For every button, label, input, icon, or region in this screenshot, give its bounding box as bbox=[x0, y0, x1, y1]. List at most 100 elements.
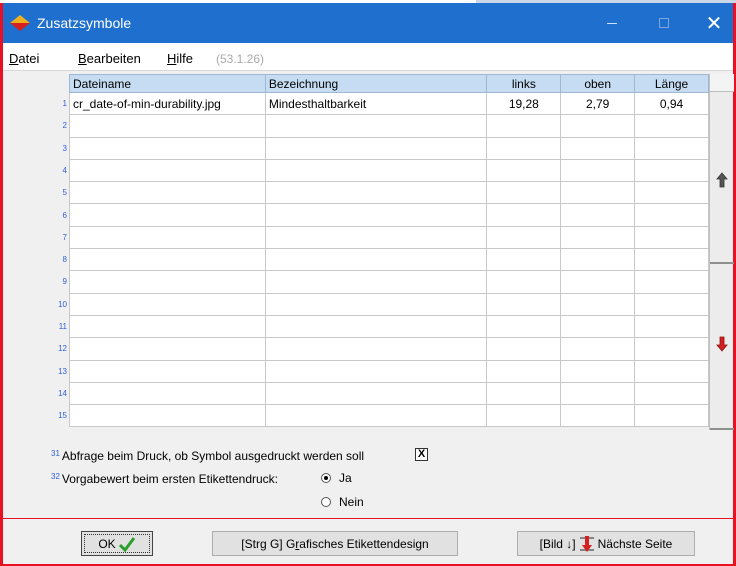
table-cell[interactable]: 0,94 bbox=[634, 91, 709, 116]
arrow-down-icon[interactable] bbox=[716, 336, 728, 352]
table-cell[interactable] bbox=[560, 314, 636, 339]
table-cell[interactable] bbox=[560, 136, 636, 160]
table-cell[interactable] bbox=[264, 114, 488, 138]
close-button[interactable]: ✕ bbox=[691, 3, 736, 43]
table-row[interactable] bbox=[69, 359, 709, 383]
menu-datei[interactable]: Datei bbox=[9, 51, 39, 66]
table-cell[interactable] bbox=[69, 292, 266, 316]
table-row[interactable] bbox=[69, 158, 709, 183]
table-cell[interactable] bbox=[486, 381, 562, 406]
table-cell[interactable]: Mindesthaltbarkeit bbox=[264, 91, 488, 116]
table-cell[interactable] bbox=[634, 181, 709, 205]
radio-ja[interactable]: Ja bbox=[321, 471, 352, 485]
table-cell[interactable] bbox=[264, 158, 488, 183]
menu-bearbeiten[interactable]: Bearbeiten bbox=[78, 51, 141, 66]
table-cell[interactable] bbox=[560, 337, 636, 361]
col-header-links[interactable]: links bbox=[486, 74, 562, 93]
table-cell[interactable] bbox=[264, 314, 488, 339]
table-cell[interactable] bbox=[69, 381, 266, 406]
table-cell[interactable] bbox=[264, 136, 488, 160]
table-cell[interactable]: cr_date-of-min-durability.jpg bbox=[69, 91, 266, 116]
table-cell[interactable] bbox=[634, 158, 709, 183]
radio-nein[interactable]: Nein bbox=[321, 495, 364, 509]
table-cell[interactable] bbox=[486, 337, 562, 361]
table-cell[interactable] bbox=[486, 203, 562, 227]
table-cell[interactable] bbox=[486, 181, 562, 205]
table-row[interactable] bbox=[69, 114, 709, 138]
table-cell[interactable] bbox=[264, 181, 488, 205]
table-cell[interactable] bbox=[486, 248, 562, 272]
table-cell[interactable] bbox=[560, 114, 636, 138]
table-cell[interactable] bbox=[486, 270, 562, 294]
radio-ja-indicator[interactable] bbox=[321, 473, 331, 483]
table-cell[interactable] bbox=[634, 248, 709, 272]
table-cell[interactable] bbox=[69, 181, 266, 205]
table-row[interactable] bbox=[69, 225, 709, 250]
table-cell[interactable] bbox=[486, 158, 562, 183]
table-cell[interactable] bbox=[486, 136, 562, 160]
table-cell[interactable] bbox=[560, 225, 636, 250]
table-row[interactable] bbox=[69, 136, 709, 160]
table-cell[interactable] bbox=[560, 359, 636, 383]
print-query-checkbox[interactable]: X bbox=[415, 448, 428, 461]
table-cell[interactable] bbox=[486, 404, 562, 428]
table-cell[interactable] bbox=[634, 404, 709, 428]
table-cell[interactable] bbox=[560, 270, 636, 294]
table-row[interactable] bbox=[69, 314, 709, 339]
table-cell[interactable] bbox=[486, 225, 562, 250]
minimize-button[interactable] bbox=[589, 3, 635, 43]
arrow-up-icon[interactable] bbox=[716, 172, 728, 188]
table-cell[interactable] bbox=[486, 314, 562, 339]
table-cell[interactable] bbox=[634, 203, 709, 227]
table-cell[interactable] bbox=[69, 203, 266, 227]
table-cell[interactable] bbox=[560, 381, 636, 406]
table-cell[interactable] bbox=[560, 404, 636, 428]
grid-scrollbar[interactable] bbox=[709, 74, 734, 430]
table-row[interactable] bbox=[69, 381, 709, 406]
table-cell[interactable] bbox=[486, 114, 562, 138]
table-cell[interactable] bbox=[69, 270, 266, 294]
table-row[interactable] bbox=[69, 292, 709, 316]
table-cell[interactable] bbox=[69, 158, 266, 183]
table-cell[interactable] bbox=[69, 359, 266, 383]
menu-hilfe[interactable]: Hilfe bbox=[167, 51, 193, 66]
table-cell[interactable] bbox=[634, 381, 709, 406]
col-header-bezeichnung[interactable]: Bezeichnung bbox=[264, 74, 488, 93]
table-row[interactable] bbox=[69, 270, 709, 294]
graphic-label-design-button[interactable]: [Strg G] Gr afisches Etikettendesign bbox=[212, 531, 458, 556]
table-cell[interactable] bbox=[634, 225, 709, 250]
table-cell[interactable] bbox=[264, 381, 488, 406]
table-cell[interactable] bbox=[560, 158, 636, 183]
table-row[interactable] bbox=[69, 248, 709, 272]
table-cell[interactable] bbox=[264, 359, 488, 383]
table-cell[interactable] bbox=[634, 270, 709, 294]
table-cell[interactable] bbox=[69, 114, 266, 138]
table-row[interactable] bbox=[69, 404, 709, 428]
col-header-oben[interactable]: oben bbox=[560, 74, 636, 93]
maximize-button[interactable] bbox=[641, 3, 687, 43]
table-cell[interactable] bbox=[69, 337, 266, 361]
table-cell[interactable] bbox=[634, 359, 709, 383]
table-cell[interactable] bbox=[69, 225, 266, 250]
table-row[interactable] bbox=[69, 337, 709, 361]
table-cell[interactable] bbox=[69, 404, 266, 428]
table-row[interactable]: cr_date-of-min-durability.jpg Mindesthalt… bbox=[69, 91, 709, 116]
table-cell[interactable] bbox=[69, 248, 266, 272]
table-cell[interactable] bbox=[486, 359, 562, 383]
table-cell[interactable] bbox=[560, 248, 636, 272]
table-cell[interactable] bbox=[634, 337, 709, 361]
table-cell[interactable] bbox=[560, 203, 636, 227]
table-cell[interactable]: 19,28 bbox=[486, 91, 562, 116]
table-cell[interactable] bbox=[634, 292, 709, 316]
table-cell[interactable] bbox=[634, 314, 709, 339]
table-cell[interactable] bbox=[634, 114, 709, 138]
table-cell[interactable] bbox=[264, 203, 488, 227]
col-header-dateiname[interactable]: Dateiname bbox=[69, 74, 266, 93]
table-cell[interactable] bbox=[264, 248, 488, 272]
table-cell[interactable]: 2,79 bbox=[560, 91, 636, 116]
table-cell[interactable] bbox=[634, 136, 709, 160]
col-header-laenge[interactable]: Länge bbox=[634, 74, 709, 93]
ok-button[interactable]: OK bbox=[81, 531, 153, 556]
radio-nein-indicator[interactable] bbox=[321, 497, 331, 507]
title-bar[interactable]: Zusatzsymbole ✕ bbox=[3, 3, 733, 43]
